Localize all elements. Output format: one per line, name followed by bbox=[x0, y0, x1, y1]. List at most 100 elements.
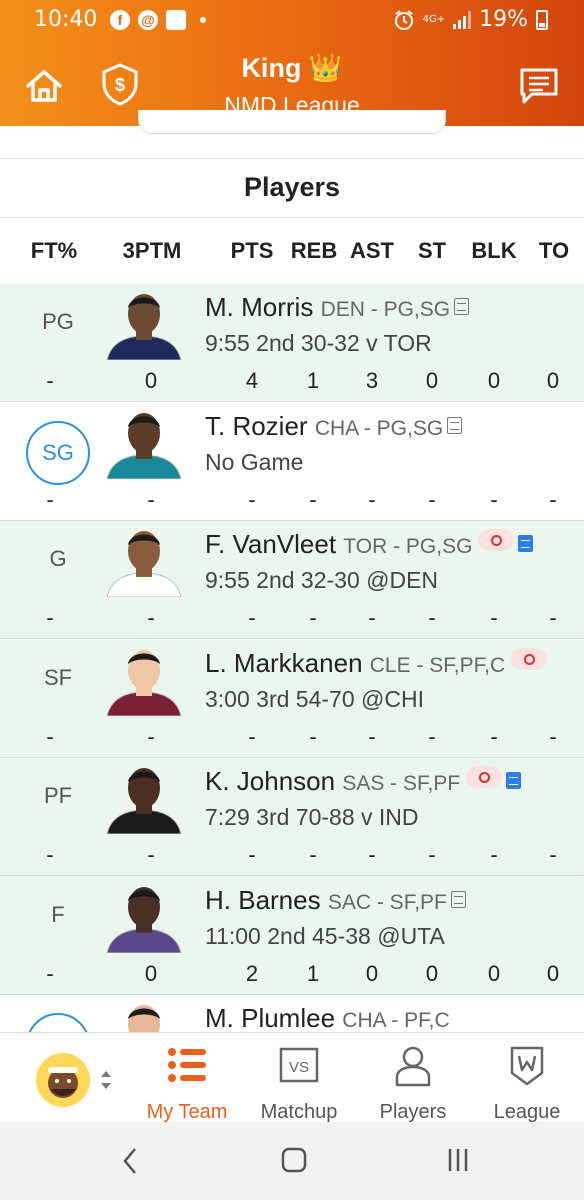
col-header-st[interactable]: ST bbox=[408, 238, 456, 264]
player-team-positions: SAC - SF,PF bbox=[327, 891, 447, 914]
player-row[interactable]: SG T. Rozier CHA - PG,SG No Game - - - - - - - - bbox=[0, 403, 584, 521]
stat-cell-ft-pct: - bbox=[46, 368, 54, 393]
nav-players[interactable]: Players bbox=[358, 1045, 468, 1123]
player-name-line[interactable]: M. Morris DEN - PG,SG bbox=[205, 292, 470, 323]
status-time: 10:40 bbox=[34, 7, 98, 32]
player-row[interactable]: C M. Plumlee CHA - PF,C bbox=[0, 995, 584, 1032]
new-player-note-icon[interactable] bbox=[518, 535, 534, 552]
player-name[interactable]: H. Barnes bbox=[205, 885, 321, 915]
stat-cell-blk: 0 bbox=[487, 368, 501, 393]
network-type: 4G+ bbox=[422, 13, 446, 25]
bottom-nav: My Team VS Matchup Players League bbox=[0, 1032, 584, 1123]
back-icon[interactable] bbox=[120, 1146, 140, 1176]
player-row[interactable]: SF L. Markkanen CLE - SF,PF,C 3:00 3rd 54-… bbox=[0, 640, 584, 758]
player-notes-icon[interactable] bbox=[454, 298, 470, 315]
nav-league[interactable]: League bbox=[472, 1045, 582, 1123]
battery-icon bbox=[536, 9, 548, 30]
player-name[interactable]: K. Johnson bbox=[205, 766, 335, 796]
player-name-line[interactable]: F. VanVleet TOR - PG,SG bbox=[205, 529, 534, 560]
alarm-icon bbox=[394, 9, 413, 30]
player-headshot[interactable] bbox=[103, 1001, 185, 1032]
col-header-reb[interactable]: REB bbox=[284, 238, 344, 264]
player-headshot[interactable] bbox=[103, 527, 185, 597]
stat-cell-pts: 4 bbox=[245, 368, 259, 393]
stat-cell-3ptm: - bbox=[147, 724, 155, 749]
battery-percent: 19% bbox=[479, 7, 528, 32]
status-right: 4G+ 19% bbox=[393, 7, 548, 32]
on-court-indicator-icon[interactable] bbox=[466, 766, 503, 788]
stat-cell-ast: 0 bbox=[365, 961, 379, 986]
stat-cell-ft-pct: - bbox=[46, 724, 54, 749]
stat-cell-3ptm: - bbox=[147, 605, 155, 630]
player-name-line[interactable]: T. Rozier CHA - PG,SG bbox=[205, 411, 463, 442]
stat-cell-to: - bbox=[549, 605, 557, 630]
player-headshot[interactable] bbox=[103, 764, 185, 834]
col-header-blk[interactable]: BLK bbox=[464, 238, 524, 264]
stat-cell-blk: - bbox=[490, 605, 498, 630]
stat-cell-ft-pct: - bbox=[46, 961, 54, 986]
user-avatar[interactable] bbox=[36, 1053, 90, 1107]
nav-league-label: League bbox=[493, 1101, 561, 1123]
player-headshot[interactable] bbox=[103, 646, 185, 716]
position-slot-label: G bbox=[49, 546, 67, 571]
player-name-line[interactable]: H. Barnes SAC - SF,PF bbox=[205, 885, 466, 916]
stat-cell-ast: - bbox=[368, 605, 376, 630]
col-header-3ptm[interactable]: 3PTM bbox=[112, 238, 192, 264]
player-notes-icon[interactable] bbox=[447, 417, 463, 434]
player-team-positions: DEN - PG,SG bbox=[320, 298, 451, 321]
col-header-ast[interactable]: AST bbox=[344, 238, 400, 264]
stat-cell-reb: - bbox=[309, 724, 317, 749]
nav-my-team[interactable]: My Team bbox=[132, 1045, 242, 1123]
player-row[interactable]: PG M. Morris DEN - PG,SG 9:55 2nd 30-32 v … bbox=[0, 284, 584, 402]
list-icon bbox=[168, 1048, 206, 1082]
game-status: 7:29 3rd 70-88 v IND bbox=[205, 804, 419, 830]
stat-cell-ft-pct: - bbox=[46, 605, 54, 630]
system-navigation-bar bbox=[0, 1122, 584, 1200]
stat-cell-3ptm: 0 bbox=[144, 368, 158, 393]
player-name[interactable]: L. Markkanen bbox=[205, 648, 363, 678]
player-headshot[interactable] bbox=[103, 883, 185, 953]
at-sign-icon: @ bbox=[138, 10, 158, 30]
home-button-icon[interactable] bbox=[280, 1146, 308, 1174]
col-header-pts[interactable]: PTS bbox=[222, 238, 282, 264]
person-icon bbox=[395, 1046, 431, 1087]
stat-cell-ast: - bbox=[368, 842, 376, 867]
player-headshot[interactable] bbox=[103, 409, 185, 479]
players-section-title: Players bbox=[243, 172, 341, 202]
on-court-indicator-icon[interactable] bbox=[478, 529, 515, 551]
team-switch-chevrons-icon[interactable] bbox=[98, 1067, 114, 1093]
position-slot-button[interactable]: SG bbox=[26, 421, 90, 485]
stat-cell-pts: - bbox=[248, 842, 256, 867]
player-name[interactable]: M. Morris bbox=[205, 292, 313, 322]
nav-matchup[interactable]: VS Matchup bbox=[244, 1045, 354, 1123]
player-row[interactable]: G F. VanVleet TOR - PG,SG 9:55 2nd 32-30 @… bbox=[0, 521, 584, 639]
divider bbox=[0, 158, 584, 159]
new-player-note-icon[interactable] bbox=[506, 772, 522, 789]
player-name[interactable]: F. VanVleet bbox=[205, 529, 336, 559]
recents-icon[interactable] bbox=[446, 1146, 470, 1174]
date-selector-pill[interactable] bbox=[138, 110, 446, 134]
col-header-ft-pct[interactable]: FT% bbox=[22, 238, 86, 264]
stat-cell-blk: - bbox=[490, 724, 498, 749]
player-name-line[interactable]: L. Markkanen CLE - SF,PF,C bbox=[205, 648, 548, 679]
stat-cell-to: 0 bbox=[546, 961, 560, 986]
player-name-line[interactable]: K. Johnson SAS - SF,PF bbox=[205, 766, 522, 797]
player-headshot[interactable] bbox=[103, 290, 185, 360]
stat-cell-pts: - bbox=[248, 605, 256, 630]
col-header-to[interactable]: TO bbox=[530, 238, 578, 264]
messages-icon[interactable] bbox=[518, 66, 560, 106]
stat-cell-3ptm: - bbox=[147, 842, 155, 867]
player-name-line[interactable]: M. Plumlee CHA - PF,C bbox=[205, 1003, 450, 1032]
position-slot-button[interactable]: C bbox=[26, 1013, 90, 1032]
stat-cell-reb: - bbox=[309, 487, 317, 512]
player-name[interactable]: T. Rozier bbox=[205, 411, 308, 441]
on-court-indicator-icon[interactable] bbox=[511, 648, 548, 670]
stat-cell-blk: 0 bbox=[487, 961, 501, 986]
player-row[interactable]: PF K. Johnson SAS - SF,PF 7:29 3rd 70-88 v… bbox=[0, 758, 584, 876]
stat-cell-to: 0 bbox=[546, 368, 560, 393]
versus-icon: VS bbox=[279, 1047, 319, 1083]
player-notes-icon[interactable] bbox=[450, 891, 466, 908]
game-status: No Game bbox=[205, 449, 304, 475]
player-name[interactable]: M. Plumlee bbox=[205, 1003, 335, 1032]
player-row[interactable]: F H. Barnes SAC - SF,PF 11:00 2nd 45-38 @U… bbox=[0, 877, 584, 995]
